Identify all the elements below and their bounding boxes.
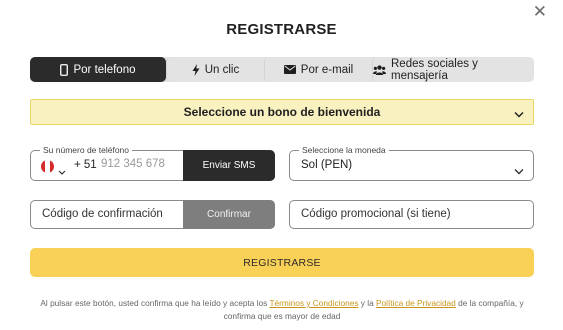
phone-input[interactable]: [101, 158, 189, 170]
tab-one-click-label: Un clic: [204, 63, 240, 76]
phone-field: Su número de teléfono + 51 Enviar SMS: [30, 145, 275, 181]
modal-title: REGISTRARSE: [226, 21, 337, 38]
privacy-link[interactable]: Política de Privacidad: [376, 298, 456, 308]
confirmation-code-field: Confirmar: [30, 200, 275, 229]
send-sms-button[interactable]: Enviar SMS: [183, 150, 275, 181]
chevron-down-icon[interactable]: [58, 162, 66, 180]
confirm-button[interactable]: Confirmar: [183, 200, 275, 229]
welcome-bonus-label: Seleccione un bono de bienvenida: [183, 105, 381, 119]
tab-social[interactable]: Redes sociales y mensajería: [372, 57, 534, 82]
peru-flag-icon[interactable]: [41, 160, 54, 173]
promo-code-input[interactable]: [301, 208, 521, 220]
tab-one-click[interactable]: Un clic: [166, 57, 264, 82]
close-icon[interactable]: ✕: [533, 2, 547, 22]
currency-value: Sol (PEN): [301, 159, 353, 171]
chevron-down-icon: [514, 162, 524, 180]
phone-icon: [60, 63, 69, 76]
promo-code-field: [289, 200, 534, 229]
tab-phone[interactable]: Por telefono: [30, 57, 166, 82]
lightning-icon: [192, 63, 200, 76]
confirmation-code-input[interactable]: [42, 208, 182, 220]
chevron-down-icon: [514, 107, 524, 121]
register-button[interactable]: REGISTRARSE: [30, 248, 534, 277]
tab-email-label: Por e-mail: [300, 63, 354, 76]
tab-email[interactable]: Por e-mail: [264, 57, 372, 82]
country-code: + 51: [74, 159, 97, 171]
tab-social-label: Redes sociales y mensajería: [391, 57, 478, 82]
legal-text-middle: y la: [358, 298, 376, 308]
phone-legend: Su número de teléfono: [40, 145, 133, 156]
registration-tabs: Por telefono Un clic Por e-mail Redes so…: [30, 57, 534, 82]
currency-legend: Seleccione la moneda: [299, 145, 389, 156]
users-icon: [373, 64, 386, 75]
currency-select[interactable]: Seleccione la moneda Sol (PEN): [289, 145, 534, 181]
legal-notice: Al pulsar este botón, usted confirma que…: [30, 297, 534, 323]
envelope-icon: [283, 65, 296, 74]
welcome-bonus-select[interactable]: Seleccione un bono de bienvenida: [30, 99, 534, 125]
legal-text-before: Al pulsar este botón, usted confirma que…: [40, 298, 270, 308]
terms-link[interactable]: Términos y Condiciones: [269, 298, 358, 308]
tab-phone-label: Por telefono: [73, 63, 136, 76]
